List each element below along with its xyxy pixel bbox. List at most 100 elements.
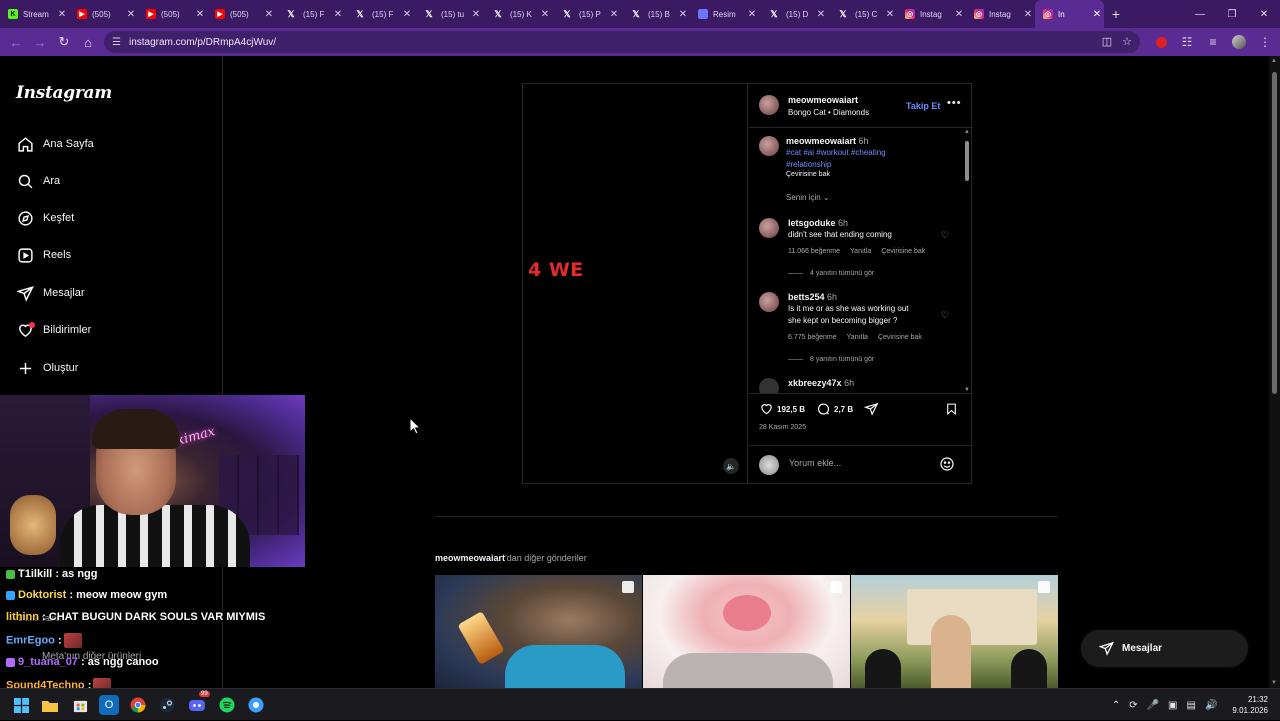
address-bar[interactable]: ☰ instagram.com/p/DRmpA4cjWuv/ ◫ ☆ — [104, 31, 1140, 53]
forward-button[interactable]: → — [28, 30, 52, 54]
nav-item-explore[interactable]: Keşfet — [16, 206, 74, 230]
reply-link[interactable]: Yanıtla — [847, 334, 868, 341]
see-translation-link[interactable]: Çevirisine bak — [878, 334, 922, 341]
media-controls-icon[interactable]: ≡ — [1204, 30, 1222, 54]
audio-label[interactable]: Bongo Cat • Diamonds — [788, 108, 869, 117]
comment-username[interactable]: xkbreezy47x 6h — [788, 378, 854, 388]
caption-hashtags[interactable]: #cat #ai #workout #cheating — [786, 148, 886, 157]
close-tab-icon[interactable]: ✕ — [814, 9, 828, 20]
new-tab-button[interactable]: + — [1104, 0, 1128, 28]
store-icon[interactable] — [70, 695, 90, 715]
close-tab-icon[interactable]: ✕ — [745, 9, 759, 20]
file-explorer-icon[interactable] — [40, 695, 60, 715]
comment-username[interactable]: betts254 6h — [788, 292, 837, 302]
share-button[interactable] — [864, 402, 879, 416]
nav-item-reels[interactable]: Reels — [16, 243, 71, 267]
volume-icon[interactable]: 🔈 — [723, 458, 739, 474]
caption-username[interactable]: meowmeowaiart 6h — [786, 136, 869, 146]
speaker-icon[interactable]: 🔊 — [1205, 700, 1217, 711]
outlook-icon[interactable]: O — [99, 695, 119, 715]
show-hidden-icons-icon[interactable]: ⌃ — [1112, 700, 1120, 711]
commenter-avatar[interactable] — [759, 218, 779, 238]
more-post-thumbnail[interactable] — [851, 575, 1058, 688]
back-button[interactable]: ← — [4, 30, 28, 54]
close-tab-icon[interactable]: ✕ — [262, 9, 276, 20]
url-text[interactable]: instagram.com/p/DRmpA4cjWuv/ — [129, 37, 276, 48]
more-options-icon[interactable]: ••• — [947, 97, 962, 109]
app-icon[interactable] — [246, 695, 266, 715]
install-app-icon[interactable]: ◫ — [1102, 35, 1112, 48]
comment-like-icon[interactable]: ♡ — [941, 310, 951, 320]
chrome-icon[interactable] — [128, 695, 148, 715]
sync-icon[interactable]: ⟳ — [1129, 700, 1137, 711]
windows-start-icon[interactable] — [11, 695, 31, 715]
reload-button[interactable]: ↻ — [52, 30, 76, 54]
browser-tab[interactable]: ◎ In ✕ — [1035, 0, 1104, 28]
close-window-button[interactable]: ✕ — [1248, 0, 1280, 28]
for-you-sort-dropdown[interactable]: Senin için ⌄ — [786, 193, 830, 202]
extensions-puzzle-icon[interactable]: ☷ — [1178, 30, 1196, 54]
like-count[interactable]: 11.066 beğenme — [788, 248, 840, 255]
see-translation-link[interactable]: Çevirisine bak — [881, 248, 925, 255]
browser-tab[interactable]: Resim ✕ — [690, 0, 759, 28]
spotify-icon[interactable] — [217, 695, 237, 715]
browser-tab[interactable]: K Stream ✕ — [0, 0, 69, 28]
close-tab-icon[interactable]: ✕ — [400, 9, 414, 20]
restore-button[interactable]: ❐ — [1216, 0, 1248, 28]
commenter-avatar[interactable] — [759, 292, 779, 312]
nav-item-home[interactable]: Ana Sayfa — [16, 132, 94, 156]
reply-link[interactable]: Yanıtla — [850, 248, 871, 255]
author-username[interactable]: meowmeowaiart — [788, 95, 858, 105]
emoji-icon[interactable] — [939, 456, 955, 477]
browser-tab[interactable]: 𝕏 (15) F ✕ — [345, 0, 414, 28]
close-tab-icon[interactable]: ✕ — [676, 9, 690, 20]
close-tab-icon[interactable]: ✕ — [331, 9, 345, 20]
display-icon[interactable]: ▣ — [1168, 700, 1177, 711]
browser-tab[interactable]: 𝕏 (15) P ✕ — [552, 0, 621, 28]
chrome-menu-icon[interactable]: ⋮ — [1256, 30, 1274, 54]
steam-icon[interactable] — [157, 695, 177, 715]
close-tab-icon[interactable]: ✕ — [607, 9, 621, 20]
like-count[interactable]: 192,5 B — [777, 405, 805, 414]
more-post-thumbnail[interactable] — [435, 575, 642, 688]
messages-pill-button[interactable]: Mesajlar — [1081, 630, 1248, 667]
bookmark-star-icon[interactable]: ☆ — [1122, 35, 1132, 48]
browser-tab[interactable]: ▶ (505) ✕ — [69, 0, 138, 28]
adblock-extension-icon[interactable] — [1152, 30, 1170, 54]
view-replies-link[interactable]: 4 yanıtın tümünü gör — [788, 270, 874, 277]
save-button[interactable] — [945, 402, 958, 416]
see-translation-link[interactable]: Çevirisine bak — [786, 171, 830, 178]
like-count[interactable]: 6.775 beğenme — [788, 334, 837, 341]
network-icon[interactable]: ▤ — [1187, 700, 1196, 711]
caption-hashtags[interactable]: #relationship — [786, 160, 831, 169]
browser-tab[interactable]: 𝕏 (15) D ✕ — [759, 0, 828, 28]
browser-tab[interactable]: 𝕏 (15) K ✕ — [483, 0, 552, 28]
close-tab-icon[interactable]: ✕ — [952, 9, 966, 20]
page-scrollbar[interactable]: ▲ ▼ — [1269, 56, 1280, 688]
minimize-button[interactable]: — — [1184, 0, 1216, 28]
browser-tab[interactable]: 𝕏 (15) tu ✕ — [414, 0, 483, 28]
discord-icon[interactable]: 99 — [187, 691, 210, 715]
browser-tab[interactable]: ◎ Instag ✕ — [966, 0, 1035, 28]
close-tab-icon[interactable]: ✕ — [55, 9, 69, 20]
home-button[interactable]: ⌂ — [76, 30, 100, 54]
comment-count[interactable]: 2,7 B — [834, 405, 853, 414]
site-info-icon[interactable]: ☰ — [112, 37, 121, 48]
instagram-logo[interactable]: Instagram — [16, 83, 112, 103]
browser-tab[interactable]: 𝕏 (15) F ✕ — [276, 0, 345, 28]
browser-tab[interactable]: ◎ Instag ✕ — [897, 0, 966, 28]
author-avatar[interactable] — [759, 95, 779, 115]
nav-item-notifications[interactable]: Bildirimler — [16, 318, 91, 342]
commenter-avatar[interactable] — [759, 378, 779, 393]
browser-tab[interactable]: 𝕏 (15) C ✕ — [828, 0, 897, 28]
close-tab-icon[interactable]: ✕ — [1021, 9, 1035, 20]
nav-item-create[interactable]: Oluştur — [16, 356, 78, 380]
comments-scrollbar[interactable]: ▲ ▼ — [963, 129, 971, 393]
nav-item-messages[interactable]: Mesajlar — [16, 281, 85, 305]
profile-avatar[interactable] — [1230, 30, 1248, 54]
close-tab-icon[interactable]: ✕ — [124, 9, 138, 20]
more-post-thumbnail[interactable] — [643, 575, 850, 688]
follow-button[interactable]: Takip Et — [906, 101, 940, 111]
browser-tab[interactable]: ▶ (505) ✕ — [138, 0, 207, 28]
close-tab-icon[interactable]: ✕ — [1090, 9, 1104, 20]
